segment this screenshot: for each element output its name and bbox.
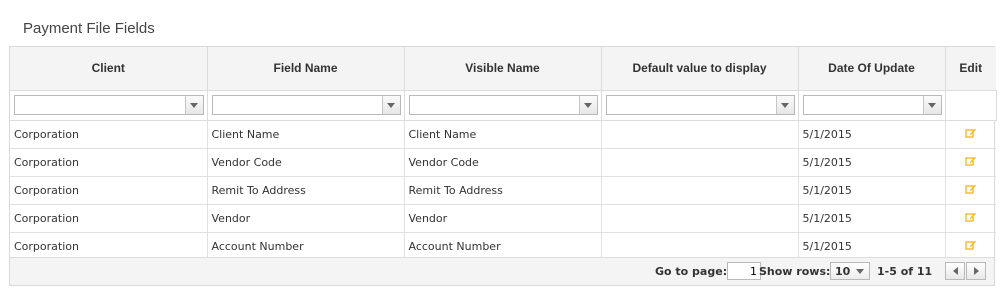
cell-visible-name: Account Number [404,232,602,261]
filter-field-name-dropdown[interactable] [381,96,400,114]
edit-icon[interactable] [965,211,977,226]
filter-cell-date [798,90,946,121]
cell-client: Corporation [10,148,208,177]
cell-client: Corporation [10,204,208,233]
cell-field-name: Account Number [207,232,405,261]
cell-visible-name: Vendor Code [404,148,602,177]
filter-field-name [211,95,401,115]
payment-fields-grid: Client Field Name Visible Name Default v… [9,46,997,286]
chevron-down-icon [856,268,865,274]
filter-client [14,95,204,115]
chevron-down-icon [190,102,198,108]
cell-visible-name: Client Name [404,120,602,149]
cell-field-name: Vendor [207,204,405,233]
edit-icon[interactable] [965,127,977,142]
filter-visible-name [408,95,598,115]
cell-date: 5/1/2015 [798,204,946,233]
cell-date: 5/1/2015 [798,120,946,149]
cell-edit [945,120,996,149]
pager-bar: Go to page: Show rows: 10 1-5 of 11 [10,257,994,285]
cell-date: 5/1/2015 [798,232,946,261]
table-row[interactable]: Corporation Vendor Code Vendor Code 5/1/… [10,148,996,177]
cell-default-value [601,204,799,233]
column-header-default-value[interactable]: Default value to display [601,47,799,91]
cell-client: Corporation [10,232,208,261]
edit-icon[interactable] [965,183,977,198]
page-range-text: 1-5 of 11 [877,265,933,278]
cell-field-name: Vendor Code [207,148,405,177]
cell-field-name: Remit To Address [207,176,405,205]
edit-icon[interactable] [965,239,977,254]
cell-client: Corporation [10,176,208,205]
column-header-field-name[interactable]: Field Name [207,47,405,91]
chevron-down-icon [584,102,592,108]
column-header-date-of-update[interactable]: Date Of Update [798,47,946,91]
cell-default-value [601,176,799,205]
cell-edit [945,148,996,177]
filter-client-dropdown[interactable] [184,96,203,114]
rows-per-page-select[interactable]: 10 [830,262,870,280]
filter-default-value-dropdown[interactable] [775,96,794,114]
filter-default-value-input[interactable] [606,96,776,114]
cell-visible-name: Remit To Address [404,176,602,205]
prev-page-button[interactable] [945,262,965,280]
fields-table: Client Field Name Visible Name Default v… [10,47,997,261]
header-row: Client Field Name Visible Name Default v… [10,47,996,91]
chevron-down-icon [928,102,936,108]
cell-date: 5/1/2015 [798,176,946,205]
cell-edit [945,176,996,205]
table-row[interactable]: Corporation Vendor Vendor 5/1/2015 [10,204,996,233]
chevron-down-icon [387,102,395,108]
chevron-right-icon [973,267,979,275]
filter-date-dropdown[interactable] [922,96,941,114]
cell-field-name: Client Name [207,120,405,149]
filter-cell-edit [945,90,997,121]
filter-cell-visible-name [404,90,602,121]
cell-visible-name: Vendor [404,204,602,233]
filter-visible-name-input[interactable] [409,96,579,114]
chevron-left-icon [952,267,958,275]
filter-cell-field-name [207,90,405,121]
cell-date: 5/1/2015 [798,148,946,177]
filter-visible-name-dropdown[interactable] [578,96,597,114]
table-row[interactable]: Corporation Remit To Address Remit To Ad… [10,176,996,205]
cell-default-value [601,148,799,177]
table-row[interactable]: Corporation Client Name Client Name 5/1/… [10,120,996,149]
filter-cell-default-value [601,90,799,121]
filter-field-name-input[interactable] [212,96,382,114]
show-rows-label: Show rows: [759,265,831,278]
cell-client: Corporation [10,120,208,149]
filter-client-input[interactable] [15,96,185,114]
filter-cell-client [10,90,208,121]
cell-default-value [601,120,799,149]
cell-edit [945,204,996,233]
column-header-client[interactable]: Client [10,47,208,91]
page-title: Payment File Fields [23,20,155,37]
cell-edit [945,232,996,261]
filter-row [10,90,997,121]
go-to-page-label: Go to page: [655,265,728,278]
chevron-down-icon [781,102,789,108]
table-row[interactable]: Corporation Account Number Account Numbe… [10,232,996,261]
page-number-input[interactable] [727,262,761,280]
cell-default-value [601,232,799,261]
column-header-edit: Edit [945,47,996,91]
filter-date-input[interactable] [803,96,923,114]
column-header-visible-name[interactable]: Visible Name [404,47,602,91]
filter-default-value [605,95,795,115]
edit-icon[interactable] [965,155,977,170]
filter-date [802,95,942,115]
next-page-button[interactable] [966,262,986,280]
rows-per-page-value: 10 [835,264,851,278]
